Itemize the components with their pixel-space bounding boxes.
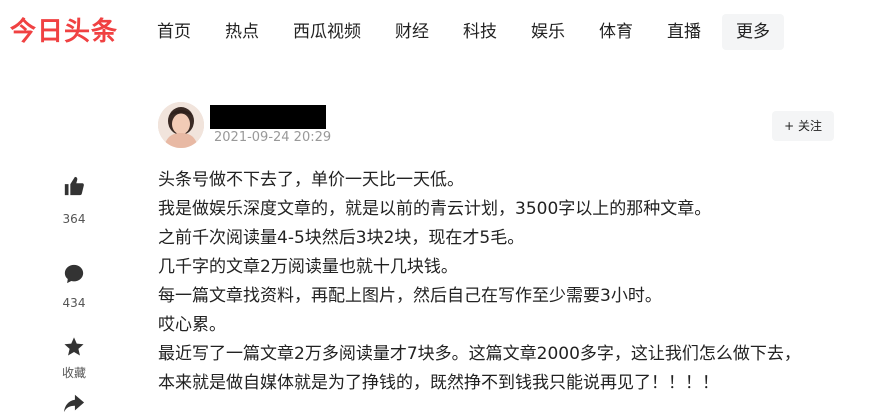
article-paragraph: 几千字的文章2万阅读量也就十几块钱。 (158, 257, 458, 277)
article-body: 头条号做不下去了，单价一天比一天低。 我是做娱乐深度文章的，就是以前的青云计划，… (158, 166, 858, 398)
redacted-author-name (210, 105, 326, 129)
favorite-label: 收藏 (61, 366, 86, 380)
author-bar: 2021-09-24 20:29 + 关注 (158, 100, 838, 152)
nav-item-xigua-video[interactable]: 西瓜视频 (276, 14, 378, 50)
comment-button[interactable]: 434 (52, 258, 96, 310)
favorite-button[interactable]: 收藏 (52, 334, 96, 380)
top-navigation-bar: 今日头条 首页 热点 西瓜视频 财经 科技 娱乐 体育 直播 更多 (0, 0, 876, 62)
like-button[interactable]: 364 (52, 166, 96, 226)
main-nav: 首页 热点 西瓜视频 财经 科技 娱乐 体育 直播 更多 (140, 14, 784, 50)
share-icon (54, 388, 94, 418)
nav-item-live[interactable]: 直播 (650, 14, 718, 50)
star-icon (54, 334, 94, 360)
nav-item-sports[interactable]: 体育 (582, 14, 650, 50)
nav-item-finance[interactable]: 财经 (378, 14, 446, 50)
article-paragraph: 哎心累。 (158, 315, 226, 335)
nav-item-entertainment[interactable]: 娱乐 (514, 14, 582, 50)
article-paragraph: 我是做娱乐深度文章的，就是以前的青云计划，3500字以上的那种文章。 (158, 199, 712, 219)
article-paragraph: 之前千次阅读量4-5块然后3块2块，现在才5毛。 (158, 228, 525, 248)
comment-count: 434 (62, 296, 86, 310)
nav-item-tech[interactable]: 科技 (446, 14, 514, 50)
article-paragraph: 每一篇文章找资料，再配上图片，然后自己在写作至少需要3小时。 (158, 286, 662, 306)
article-paragraph: 最近写了一篇文章2万多阅读量才7块多。这篇文章2000多字，这让我们怎么做下去， (158, 344, 801, 364)
article-paragraph: 头条号做不下去了，单价一天比一天低。 (158, 170, 464, 190)
thumbs-up-icon (54, 166, 94, 206)
nav-item-home[interactable]: 首页 (140, 14, 208, 50)
article-paragraph: 本来就是做自媒体就是为了挣钱的，既然挣不到钱我只能说再见了！！！！ (158, 373, 719, 393)
nav-item-hot[interactable]: 热点 (208, 14, 276, 50)
follow-button[interactable]: + 关注 (772, 111, 834, 141)
nav-more-button[interactable]: 更多 (722, 14, 784, 50)
toutiao-logo[interactable]: 今日头条 (10, 14, 118, 50)
post-timestamp: 2021-09-24 20:29 (214, 130, 332, 145)
comment-icon (54, 258, 94, 290)
like-count: 364 (62, 212, 86, 226)
author-avatar[interactable] (158, 102, 204, 148)
share-button[interactable] (52, 388, 96, 418)
